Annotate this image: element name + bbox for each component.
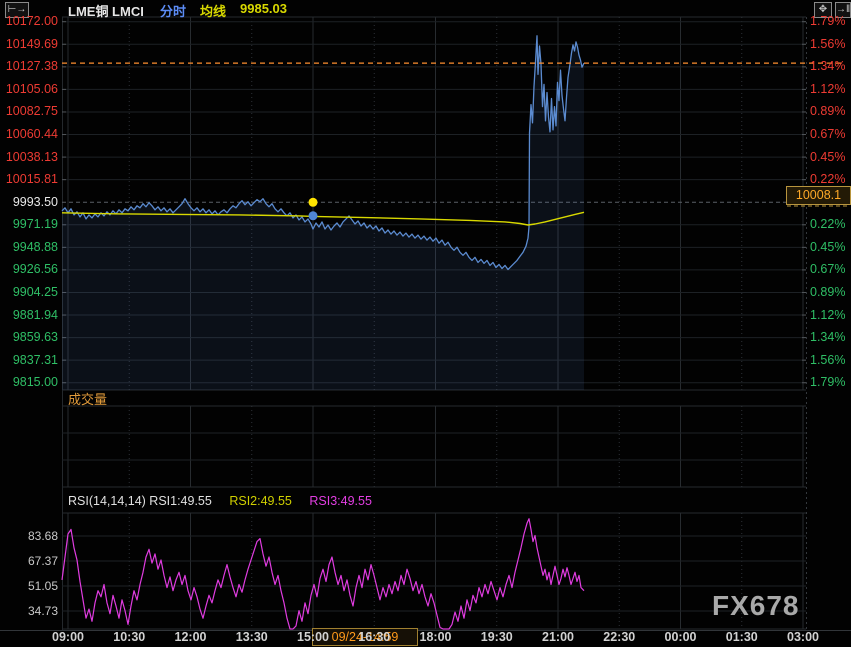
watermark: FX678	[712, 590, 800, 622]
pct-label: 1.34%	[810, 59, 851, 74]
time-label: 13:30	[230, 630, 274, 644]
price-label: 10060.44	[0, 127, 58, 142]
price-label: 9859.63	[0, 330, 58, 345]
price-label: 9926.56	[0, 262, 58, 277]
price-label: 9881.94	[0, 308, 58, 323]
price-label: 9971.19	[0, 217, 58, 232]
time-label: 19:30	[475, 630, 519, 644]
time-label: 18:00	[414, 630, 458, 644]
pct-label: 1.12%	[810, 82, 851, 97]
timeframe-label[interactable]: 分时	[160, 1, 186, 20]
pct-label: 0.22%	[810, 217, 851, 232]
pct-label: 0.89%	[810, 104, 851, 119]
pct-label: 0.89%	[810, 285, 851, 300]
time-label: 00:00	[659, 630, 703, 644]
time-label: 12:00	[169, 630, 213, 644]
current-price-tag: 10008.1	[786, 186, 851, 205]
time-label: 16:30	[352, 630, 396, 644]
time-label: 22:30	[597, 630, 641, 644]
pct-label: 1.56%	[810, 37, 851, 52]
pct-label: 0.45%	[810, 240, 851, 255]
pct-label: 0.67%	[810, 262, 851, 277]
chart-window: ⊢→ LME铜 LMCI 分时 均线 9985.03 ✥ →‖ 10008.1 …	[0, 0, 851, 647]
pct-label: 1.79%	[810, 14, 851, 29]
price-label: 10038.13	[0, 150, 58, 165]
time-label: 03:00	[781, 630, 825, 644]
pct-label: 1.12%	[810, 308, 851, 323]
price-label: 9948.88	[0, 240, 58, 255]
pct-label: 1.56%	[810, 353, 851, 368]
ma-label: 均线	[200, 1, 226, 20]
rsi-axis-label: 83.68	[0, 529, 58, 543]
price-label: 10149.69	[0, 37, 58, 52]
time-label: 09:00	[46, 630, 90, 644]
rsi-axis-label: 51.05	[0, 579, 58, 593]
rsi-axis-label: 67.37	[0, 554, 58, 568]
price-label: 9837.31	[0, 353, 58, 368]
pct-label: 1.79%	[810, 375, 851, 390]
rsi-indicator-labels: RSI(14,14,14) RSI1:49.55 RSI2:49.55 RSI3…	[68, 494, 386, 508]
price-label: 10127.38	[0, 59, 58, 74]
rsi-axis-label: 34.73	[0, 604, 58, 618]
price-label: 9993.50	[0, 195, 58, 210]
pct-label: 1.34%	[810, 330, 851, 345]
app-header: ⊢→ LME铜 LMCI 分时 均线 9985.03 ✥ →‖	[0, 0, 851, 18]
pct-label: 0.22%	[810, 172, 851, 187]
price-label: 9815.00	[0, 375, 58, 390]
price-label: 10082.75	[0, 104, 58, 119]
rsi3-value: RSI3:49.55	[309, 494, 372, 508]
volume-label: 成交量	[68, 389, 107, 408]
time-label: 15:00	[291, 630, 335, 644]
price-label: 9904.25	[0, 285, 58, 300]
pct-label: 0.45%	[810, 150, 851, 165]
time-label: 10:30	[107, 630, 151, 644]
rsi2-value: RSI2:49.55	[229, 494, 292, 508]
time-label: 21:00	[536, 630, 580, 644]
pct-label: 0.67%	[810, 127, 851, 142]
symbol-title: LME铜 LMCI	[68, 1, 144, 20]
price-label: 10172.00	[0, 14, 58, 29]
ma-value: 9985.03	[240, 1, 287, 16]
time-label: 01:30	[720, 630, 764, 644]
chart-plot-area[interactable]	[0, 0, 851, 647]
rsi1-value: RSI(14,14,14) RSI1:49.55	[68, 494, 212, 508]
price-label: 10015.81	[0, 172, 58, 187]
price-label: 10105.06	[0, 82, 58, 97]
